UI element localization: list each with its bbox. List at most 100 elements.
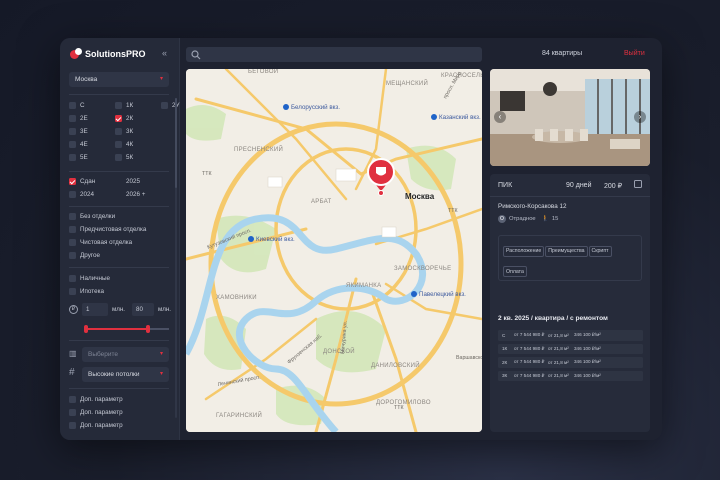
room-option[interactable]: 2Е <box>69 115 115 122</box>
complex-card: ПИК 90 дней 200 ₽ Римского-Корсакова 12 … <box>490 174 650 432</box>
map[interactable]: КРАСНОСЕЛЬСКИЙБЕГОВОЙМЕЩАНСКИЙПРЕСНЕНСКИ… <box>186 69 482 432</box>
delivery-option[interactable]: 2025 <box>115 178 165 185</box>
room-option[interactable]: 1К <box>115 102 161 109</box>
info-tag[interactable]: Расположение <box>503 245 545 257</box>
table-row[interactable]: 1К от 7 544 980 ₽ от 21,8 м² 346 100 ₽/м² <box>498 343 643 354</box>
checkbox-icon[interactable] <box>115 102 122 109</box>
logout-link[interactable]: Выйти <box>624 50 645 57</box>
apartment-photo[interactable]: ‹ › <box>490 69 650 166</box>
share-icon[interactable] <box>634 180 642 188</box>
checkbox-label: Предчистовая отделка <box>80 226 147 233</box>
price-to-unit: млн. <box>158 306 172 313</box>
checkbox-icon[interactable] <box>69 191 76 198</box>
checkbox-label: Доп. параметр <box>80 396 123 403</box>
station-label: Казанский вкз. <box>439 114 481 121</box>
room-option[interactable]: 3Е <box>69 128 115 135</box>
price-table: Сот 7 544 980 ₽ от 21,8 м² 346 100 ₽/м² 1К о… <box>498 330 643 384</box>
district-label: ГАГАРИНСКИЙ <box>216 411 262 419</box>
room-option[interactable]: 5Е <box>69 154 115 161</box>
delivery-option[interactable]: 2026 + <box>115 191 165 198</box>
param-select-1[interactable]: Выберите ▾ <box>82 347 169 362</box>
checkbox-icon[interactable] <box>69 102 76 109</box>
extra-param-option[interactable]: Доп. параметр <box>69 422 123 429</box>
price-to-input[interactable]: 80 <box>132 303 155 316</box>
checkbox-label: 2026 + <box>126 191 146 198</box>
checkbox-icon[interactable] <box>69 239 76 246</box>
checkbox-icon[interactable] <box>161 102 168 109</box>
checkbox-icon[interactable] <box>115 154 122 161</box>
payment-filter: Наличные Ипотека <box>69 275 110 295</box>
checkbox-label: Сдан <box>80 178 96 185</box>
map-canvas[interactable]: КРАСНОСЕЛЬСКИЙБЕГОВОЙМЕЩАНСКИЙПРЕСНЕНСКИ… <box>186 69 482 432</box>
table-row[interactable]: Сот 7 544 980 ₽ от 21,8 м² 346 100 ₽/м² <box>498 330 643 341</box>
checkbox-icon[interactable] <box>69 226 76 233</box>
slider-handle-max[interactable] <box>145 325 150 333</box>
delivery-option[interactable]: 2024 <box>69 191 115 198</box>
checkbox-label: 2Е <box>80 115 88 122</box>
info-tag[interactable]: Оплата <box>503 266 527 277</box>
room-option[interactable]: 4К <box>115 141 161 148</box>
delivery-option[interactable]: Сдан <box>69 178 115 185</box>
checkbox-icon[interactable] <box>69 141 76 148</box>
finish-option[interactable]: Без отделки <box>69 213 146 220</box>
room-option[interactable]: 5К <box>115 154 161 161</box>
info-tag[interactable]: Преимущества <box>545 245 588 257</box>
checkbox-icon[interactable] <box>69 275 76 282</box>
slider-handle-min[interactable] <box>84 325 88 333</box>
table-cell: 346 100 ₽/м² <box>574 372 601 378</box>
table-cell: 2К <box>502 359 508 365</box>
finish-option[interactable]: Чистовая отделка <box>69 239 146 246</box>
city-select[interactable]: Москва ▾ <box>69 72 169 87</box>
price-from-input[interactable]: 1 <box>82 303 108 316</box>
checkbox-icon[interactable] <box>69 396 76 403</box>
payment-option[interactable]: Ипотека <box>69 288 110 295</box>
photo-prev-icon[interactable]: ‹ <box>494 111 506 123</box>
table-cell: 346 100 ₽/м² <box>574 332 601 338</box>
checkbox-icon[interactable] <box>69 128 76 135</box>
checkbox-label: Доп. параметр <box>80 409 123 416</box>
checkbox-icon[interactable] <box>115 178 122 185</box>
checkbox-icon[interactable] <box>69 178 76 185</box>
collapse-sidebar-icon[interactable]: « <box>162 48 167 58</box>
room-option[interactable]: 3К <box>115 128 161 135</box>
checkbox-icon[interactable] <box>115 115 122 122</box>
app-window: SolutionsPRO « Москва▾ С1К2У2Е2К3Е3К4Е4К… <box>60 38 662 440</box>
checkbox-icon[interactable] <box>69 115 76 122</box>
photo-next-icon[interactable]: › <box>634 111 646 123</box>
checkbox-label: Ипотека <box>80 288 105 295</box>
payment-option[interactable]: Наличные <box>69 275 110 282</box>
finish-option[interactable]: Предчистовая отделка <box>69 226 146 233</box>
extra-param-option[interactable]: Доп. параметр <box>69 409 123 416</box>
checkbox-icon[interactable] <box>69 252 76 259</box>
room-option[interactable]: 2К <box>115 115 161 122</box>
sidebar-scrollbar[interactable] <box>175 98 177 418</box>
checkbox-icon[interactable] <box>115 191 122 198</box>
room-option[interactable]: 4Е <box>69 141 115 148</box>
table-cell: от 7 544 980 ₽ <box>514 372 545 378</box>
divider <box>69 267 169 268</box>
checkbox-icon[interactable] <box>115 141 122 148</box>
param-select-2[interactable]: Высокие потолки ▾ <box>82 367 169 382</box>
info-tag[interactable]: Скрипт <box>588 245 612 257</box>
district-label: АРБАТ <box>311 199 332 205</box>
logo-mark-icon <box>70 48 82 60</box>
metro-name: Отрадное <box>509 216 536 222</box>
price-slider[interactable] <box>84 325 169 333</box>
extra-param-option[interactable]: Доп. параметр <box>69 396 123 403</box>
checkbox-icon[interactable] <box>69 213 76 220</box>
station-label: Белорусский вкз. <box>291 104 340 111</box>
table-row[interactable]: 2К от 7 544 980 ₽ от 21,8 м² 346 100 ₽/м² <box>498 357 643 368</box>
district-label: ДАНИЛОВСКИЙ <box>371 361 420 369</box>
checkbox-icon[interactable] <box>69 154 76 161</box>
checkbox-icon[interactable] <box>69 409 76 416</box>
district-label: ЯКИМАНКА <box>346 283 381 289</box>
checkbox-icon[interactable] <box>69 288 76 295</box>
room-option[interactable]: С <box>69 102 115 109</box>
hash-icon: # <box>69 367 75 378</box>
checkbox-label: 3К <box>126 128 134 135</box>
finish-option[interactable]: Другое <box>69 252 146 259</box>
checkbox-icon[interactable] <box>115 128 122 135</box>
checkbox-icon[interactable] <box>69 422 76 429</box>
search-input[interactable] <box>186 47 482 62</box>
table-row[interactable]: 3К от 7 544 980 ₽ от 21,8 м² 346 100 ₽/м² <box>498 370 643 381</box>
